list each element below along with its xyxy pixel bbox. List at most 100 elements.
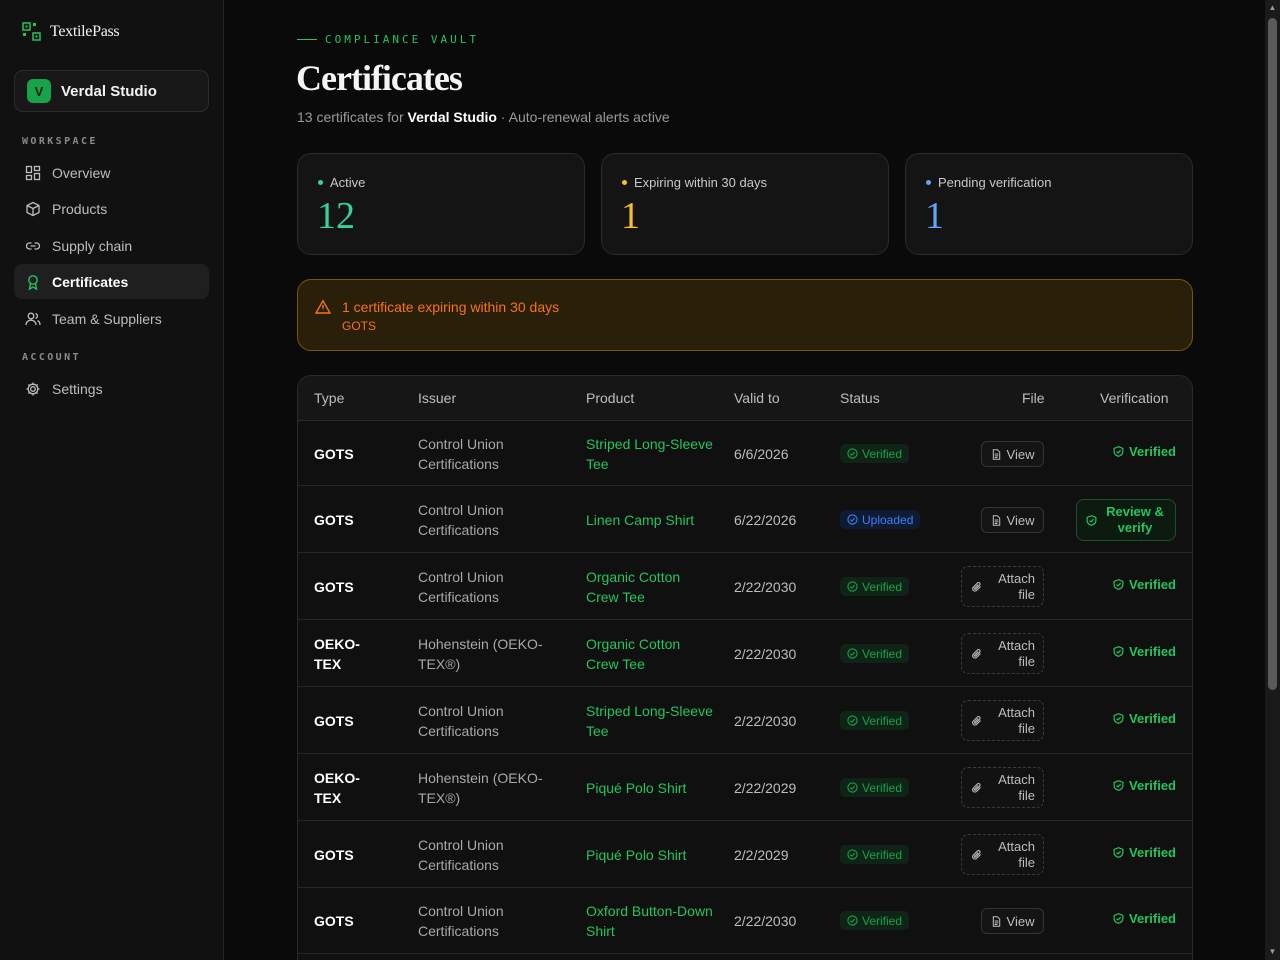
paperclip-icon bbox=[972, 783, 981, 793]
status-badge: Verified bbox=[840, 845, 910, 864]
cell-valid-to: 6/6/2026 bbox=[734, 446, 789, 462]
review-verify-button[interactable]: Review & verify bbox=[1076, 499, 1176, 541]
table-row: GOTS Control Union Certifications Organic … bbox=[298, 553, 1192, 620]
cell-type: GOTS bbox=[314, 446, 354, 462]
status-badge: Verified bbox=[840, 444, 910, 463]
column-header-type[interactable]: Type bbox=[314, 390, 344, 406]
attach-file-button[interactable]: Attach file bbox=[961, 566, 1044, 607]
sidebar-item-overview[interactable]: Overview bbox=[14, 155, 209, 190]
cell-product-link[interactable]: Piqué Polo Shirt bbox=[586, 835, 716, 875]
verification-status: Verified bbox=[1113, 845, 1176, 860]
status-badge: Verified bbox=[840, 778, 910, 797]
scroll-up-icon[interactable]: ▲ bbox=[1268, 4, 1277, 12]
award-icon bbox=[28, 274, 38, 290]
brand[interactable]: TextilePass bbox=[22, 22, 120, 41]
status-badge: Verified bbox=[840, 644, 910, 663]
column-header-file[interactable]: File bbox=[1022, 390, 1045, 406]
check-circle-icon bbox=[847, 849, 858, 860]
check-circle-icon bbox=[847, 782, 858, 793]
verification-label: Verified bbox=[1129, 711, 1176, 726]
shield-check-icon bbox=[1113, 646, 1124, 657]
cell-product-link[interactable]: Piqué Polo Shirt bbox=[586, 768, 716, 808]
attach-file-button[interactable]: Attach file bbox=[961, 700, 1044, 741]
cell-product-link[interactable]: Oxford Button-Down Shirt bbox=[586, 901, 716, 941]
expiry-alert: 1 certificate expiring within 30 days GO… bbox=[297, 279, 1193, 351]
view-file-button[interactable]: View bbox=[981, 507, 1044, 533]
cell-valid-to: 2/2/2029 bbox=[734, 847, 789, 863]
attach-file-button[interactable]: Attach file bbox=[961, 767, 1044, 808]
status-badge-label: Verified bbox=[862, 646, 903, 661]
check-circle-icon bbox=[847, 715, 858, 726]
verification-label: Verified bbox=[1129, 845, 1176, 860]
verification-status: Verified bbox=[1113, 444, 1176, 459]
eyebrow: COMPLIANCE VAULT bbox=[297, 33, 479, 46]
scrollbar[interactable]: ▲ ▼ bbox=[1265, 0, 1280, 960]
cell-valid-to: 2/22/2029 bbox=[734, 780, 797, 796]
status-badge: Verified bbox=[840, 577, 910, 596]
cell-type: OEKO-TEX bbox=[314, 636, 360, 672]
paperclip-icon bbox=[972, 649, 981, 659]
status-badge-label: Verified bbox=[862, 780, 903, 795]
status-badge-label: Uploaded bbox=[862, 512, 914, 527]
nav-section-workspace: WORKSPACE bbox=[22, 136, 98, 147]
verification-label: Verified bbox=[1129, 444, 1176, 459]
workspace-switcher[interactable]: V Verdal Studio bbox=[14, 70, 209, 112]
column-header-valid-to[interactable]: Valid to bbox=[734, 390, 780, 406]
cell-valid-to: 2/22/2030 bbox=[734, 646, 797, 662]
cell-issuer: Hohenstein (OEKO-TEX®) bbox=[418, 636, 543, 672]
sidebar-item-team-suppliers[interactable]: Team & Suppliers bbox=[14, 301, 209, 336]
stat-label-text: Expiring within 30 days bbox=[634, 175, 767, 190]
table-header: Type Issuer Product Valid to Status File… bbox=[298, 376, 1192, 421]
check-circle-icon bbox=[847, 915, 858, 926]
sidebar-item-products[interactable]: Products bbox=[14, 191, 209, 226]
attach-file-button[interactable]: Attach file bbox=[961, 834, 1044, 875]
cell-type: GOTS bbox=[314, 913, 354, 929]
cell-product-link[interactable]: Striped Long-Sleeve Tee bbox=[586, 701, 716, 741]
scroll-down-icon[interactable]: ▼ bbox=[1268, 948, 1277, 956]
stat-card-pending: Pending verification 1 bbox=[905, 153, 1193, 255]
verification-label: Verified bbox=[1129, 778, 1176, 793]
document-icon bbox=[992, 514, 1000, 526]
cell-product-link[interactable]: Organic Cotton Crew Tee bbox=[586, 567, 716, 607]
cell-valid-to: 2/22/2030 bbox=[734, 913, 797, 929]
attach-file-label: Attach file bbox=[998, 839, 1035, 870]
cell-product-link[interactable]: Striped Long-Sleeve Tee bbox=[586, 434, 716, 474]
cell-product-link[interactable]: Organic Cotton Crew Tee bbox=[586, 634, 716, 674]
cell-issuer: Control Union Certifications bbox=[418, 569, 504, 605]
cell-valid-to: 6/22/2026 bbox=[734, 512, 797, 528]
sidebar-item-certificates[interactable]: Certificates bbox=[14, 264, 209, 299]
status-dot bbox=[926, 180, 931, 185]
status-badge-label: Verified bbox=[862, 579, 903, 594]
verification-label: Verified bbox=[1129, 644, 1176, 659]
sidebar-item-settings[interactable]: Settings bbox=[14, 371, 209, 406]
sidebar-item-label: Certificates bbox=[52, 273, 129, 290]
stat-card-expiring: Expiring within 30 days 1 bbox=[601, 153, 889, 255]
scroll-thumb[interactable] bbox=[1268, 18, 1277, 690]
cell-product-link[interactable]: Linen Camp Shirt bbox=[586, 500, 716, 540]
check-circle-icon bbox=[847, 448, 858, 459]
box-icon bbox=[26, 201, 40, 216]
view-file-label: View bbox=[1006, 512, 1035, 528]
eyebrow-text: COMPLIANCE VAULT bbox=[325, 33, 479, 46]
column-header-status[interactable]: Status bbox=[840, 390, 880, 406]
attach-file-label: Attach file bbox=[998, 638, 1035, 669]
gear-icon bbox=[26, 382, 40, 395]
attach-file-label: Attach file bbox=[998, 705, 1035, 736]
sidebar-item-label: Settings bbox=[52, 380, 103, 397]
column-header-verification[interactable]: Verification bbox=[1100, 390, 1168, 406]
view-file-button[interactable]: View bbox=[981, 908, 1044, 934]
column-header-product[interactable]: Product bbox=[586, 390, 634, 406]
status-badge-label: Verified bbox=[862, 446, 903, 461]
table-row: OEKO-TEX Hohenstein (OEKO-TEX®) Piqué Polo… bbox=[298, 754, 1192, 821]
cell-issuer: Control Union Certifications bbox=[418, 903, 504, 939]
status-badge: Verified bbox=[840, 911, 910, 930]
cell-type: GOTS bbox=[314, 512, 354, 528]
status-dot bbox=[622, 180, 627, 185]
link-icon bbox=[25, 241, 41, 250]
view-file-button[interactable]: View bbox=[981, 441, 1044, 467]
attach-file-button[interactable]: Attach file bbox=[961, 633, 1044, 674]
sidebar-item-supply-chain[interactable]: Supply chain bbox=[14, 228, 209, 263]
page-title: Certificates bbox=[296, 58, 463, 98]
eyebrow-line bbox=[297, 39, 317, 40]
column-header-issuer[interactable]: Issuer bbox=[418, 390, 456, 406]
